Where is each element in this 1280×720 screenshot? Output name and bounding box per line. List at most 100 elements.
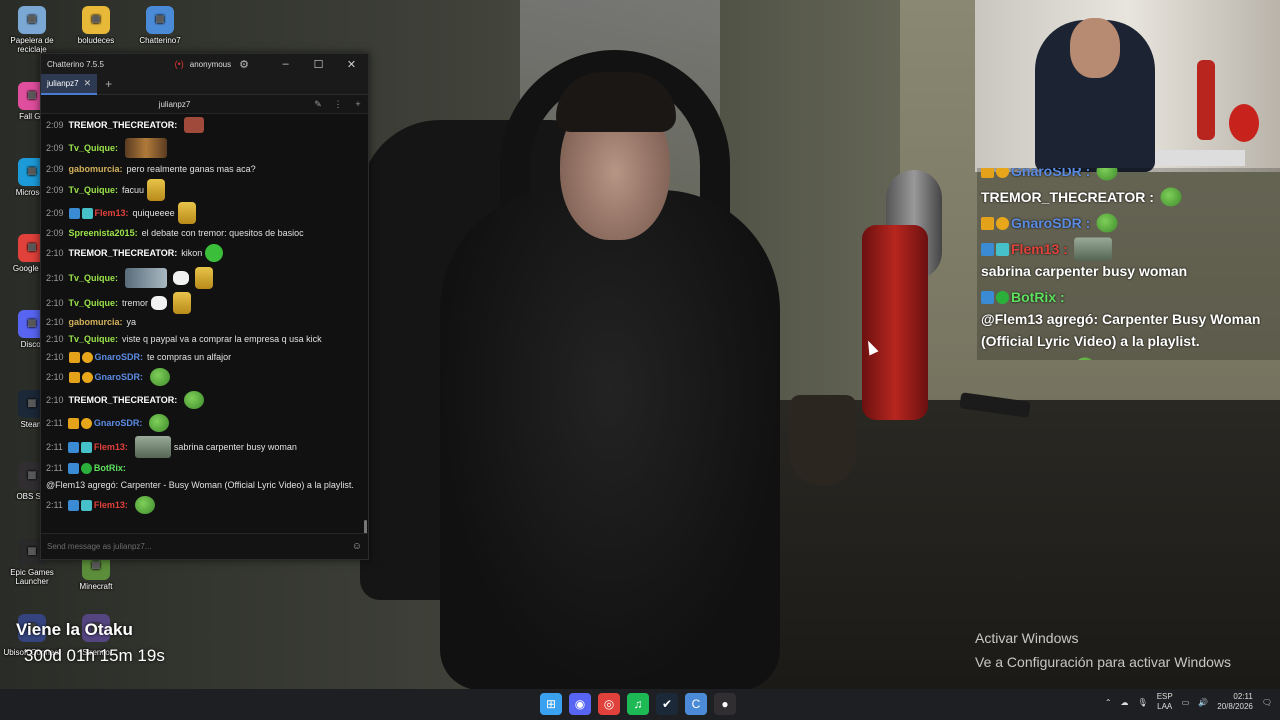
obs-icon[interactable]: ● [714,693,736,715]
chatterino-window[interactable]: Chatterino 7.5.5 (•) anonymous ⚙ – ☐ ✕ j… [40,53,369,560]
message-author[interactable]: TREMOR_THECREATOR: [69,119,178,132]
chat-message[interactable]: 2:09 TREMOR_THECREATOR: [46,114,362,136]
message-author[interactable]: Flem13: [94,499,128,512]
otaku-counter: 300d 01h 15m 19s [24,646,165,665]
microphone-icon[interactable]: 🎙 [1138,698,1148,707]
message-author[interactable]: GnaroSDR: [95,351,144,364]
chat-messages[interactable]: 2:09 TREMOR_THECREATOR: 2:09 Tv_Quique: 2:09… [41,114,368,532]
dance-emote-icon [147,179,166,201]
chat-message[interactable]: 2:10 GnaroSDR: te compras un alfajor [46,348,362,366]
chat-message[interactable]: 2:11 Flem13: sabrina carpenter busy woman [46,434,362,460]
frog-emote-icon [1074,357,1096,360]
desktop-icon-chatterino[interactable]: ■ Chatterino7 [128,6,192,45]
desktop-icon-label: Papelera de reciclaje [10,36,54,54]
stream-chat-overlay: GnaroSDR : TREMOR_THECREATOR : GnaroSDR : F… [977,168,1280,360]
region-code: LAA [1157,702,1173,711]
maximize-button[interactable]: ☐ [302,58,335,71]
overlay-message: TREMOR_THECREATOR : [977,184,1280,210]
message-text: el debate con tremor: quesitos de basioc [141,227,304,238]
close-button[interactable]: ✕ [335,58,368,71]
add-tab-icon[interactable]: + [105,77,112,91]
message-text: te compras un alfajor [147,351,232,362]
message-author[interactable]: Tv_Quique: [69,297,119,310]
emote-picker-icon[interactable]: ☺ [352,541,362,552]
chat-scrollbar[interactable] [364,520,367,534]
clock-time: 02:11 [1233,692,1253,701]
message-author[interactable]: TREMOR_THECREATOR: [69,247,178,260]
edit-icon[interactable]: ✎ [308,99,328,110]
message-author[interactable]: BotRix: [94,462,126,475]
chrome-icon[interactable]: ◎ [598,693,620,715]
desktop-icon-recycle-bin[interactable]: ■ Papelera de reciclaje [0,6,64,54]
webcam-person-head [1070,18,1120,78]
message-author[interactable]: gabomurcia: [69,316,123,329]
chat-message[interactable]: 2:11 Flem13: [46,494,362,516]
network-icon[interactable]: ▭ [1182,698,1190,707]
desktop-icon-folder[interactable]: ■ boludeces [64,6,128,45]
channel-name[interactable]: julianpz7 [41,100,308,109]
split-header: julianpz7 ✎ ⋮ + [41,95,368,114]
onedrive-icon[interactable]: ☁ [1121,698,1129,707]
message-author[interactable]: GnaroSDR: [94,417,143,430]
message-author[interactable]: Spreenista2015: [69,227,138,240]
chat-message[interactable]: 2:10 Tv_Quique: viste q paypal va a compra… [46,330,362,348]
group-emote-icon [125,138,168,158]
chat-message[interactable]: 2:09 Flem13: quiqueeee [46,202,362,224]
discord-icon[interactable]: ◉ [569,693,591,715]
frog-emote-icon [184,391,205,409]
chat-message[interactable]: 2:11 GnaroSDR: [46,412,362,434]
overlay-message: Flem13 : [977,354,1280,360]
message-author[interactable]: Tv_Quique: [69,184,119,197]
language-indicator[interactable]: ESP LAA [1157,692,1173,712]
message-author[interactable]: GnaroSDR: [95,371,144,384]
message-author[interactable]: Tv_Quique: [69,142,119,155]
spotify-icon[interactable]: ♫ [627,693,649,715]
message-time: 2:09 [46,163,64,174]
steam-icon[interactable]: ✔ [656,693,678,715]
crown-badge-icon [68,371,80,383]
settings-gear-icon[interactable]: ⚙ [239,58,249,71]
chat-message[interactable]: 2:10 Tv_Quique: tremor [46,292,362,314]
message-input[interactable]: Send message as julianpz7... [47,542,352,551]
overlay-author: Flem13 : [1011,356,1068,360]
taskbar: ⊞ ◉ ◎ ♫ ✔ C ● ⌃ ☁ 🎙 ESP LAA ▭ 🔊 02:11 20/8/202… [0,689,1280,720]
chat-message[interactable]: 2:09 Tv_Quique: [46,136,362,160]
message-author[interactable]: gabomurcia: [69,163,123,176]
minimize-button[interactable]: – [269,58,302,70]
chat-message[interactable]: 2:09 gabomurcia: pero realmente ganas mas … [46,160,362,178]
chat-message[interactable]: 2:10 Tv_Quique: [46,264,362,292]
window-titlebar[interactable]: Chatterino 7.5.5 (•) anonymous ⚙ – ☐ ✕ [41,54,368,74]
overlay-text: @Flem13 agregó: Carpenter Busy Woman (Of… [981,311,1261,349]
windows-start-icon[interactable]: ⊞ [540,693,562,715]
overlay-author: TREMOR_THECREATOR : [981,189,1154,205]
volume-icon[interactable]: 🔊 [1198,698,1208,707]
chatterino-icon[interactable]: C [685,693,707,715]
tab-julianpz7[interactable]: julianpz7 ✕ [41,73,98,95]
clock[interactable]: 02:11 20/8/2026 [1217,692,1253,712]
message-author[interactable]: Flem13: [95,207,129,220]
message-author[interactable]: Tv_Quique: [69,272,119,285]
message-time: 2:10 [46,297,64,308]
tray-chevron-icon[interactable]: ⌃ [1105,698,1112,707]
chat-message[interactable]: 2:11 BotRix: @Flem13 agregó: Carpenter - B… [46,460,362,494]
message-author[interactable]: TREMOR_THECREATOR: [69,394,178,407]
message-author[interactable]: Flem13: [94,441,128,454]
more-menu-icon[interactable]: ⋮ [328,99,348,110]
message-input-bar[interactable]: Send message as julianpz7... ☺ [41,533,368,559]
message-time: 2:09 [46,227,64,238]
message-author[interactable]: Tv_Quique: [69,333,119,346]
chat-message[interactable]: 2:10 gabomurcia: ya [46,314,362,330]
chat-message[interactable]: 2:10 TREMOR_THECREATOR: kikon [46,242,362,264]
chat-message[interactable]: 2:09 Tv_Quique: facuu [46,178,362,202]
tab-close-icon[interactable]: ✕ [84,78,92,89]
account-name[interactable]: anonymous [190,60,231,69]
dance-emote-icon [173,292,192,314]
notifications-icon[interactable]: 🗨 [1262,698,1272,707]
chat-message[interactable]: 2:09 Spreenista2015: el debate con tremor:… [46,224,362,242]
add-split-icon[interactable]: + [348,99,368,109]
taskbar-apps: ⊞ ◉ ◎ ♫ ✔ C ● [540,693,736,715]
chat-message[interactable]: 2:10 TREMOR_THECREATOR: [46,388,362,412]
message-time: 2:10 [46,351,64,362]
chat-message[interactable]: 2:10 GnaroSDR: [46,366,362,388]
overlay-author: Flem13 : [1011,241,1068,257]
